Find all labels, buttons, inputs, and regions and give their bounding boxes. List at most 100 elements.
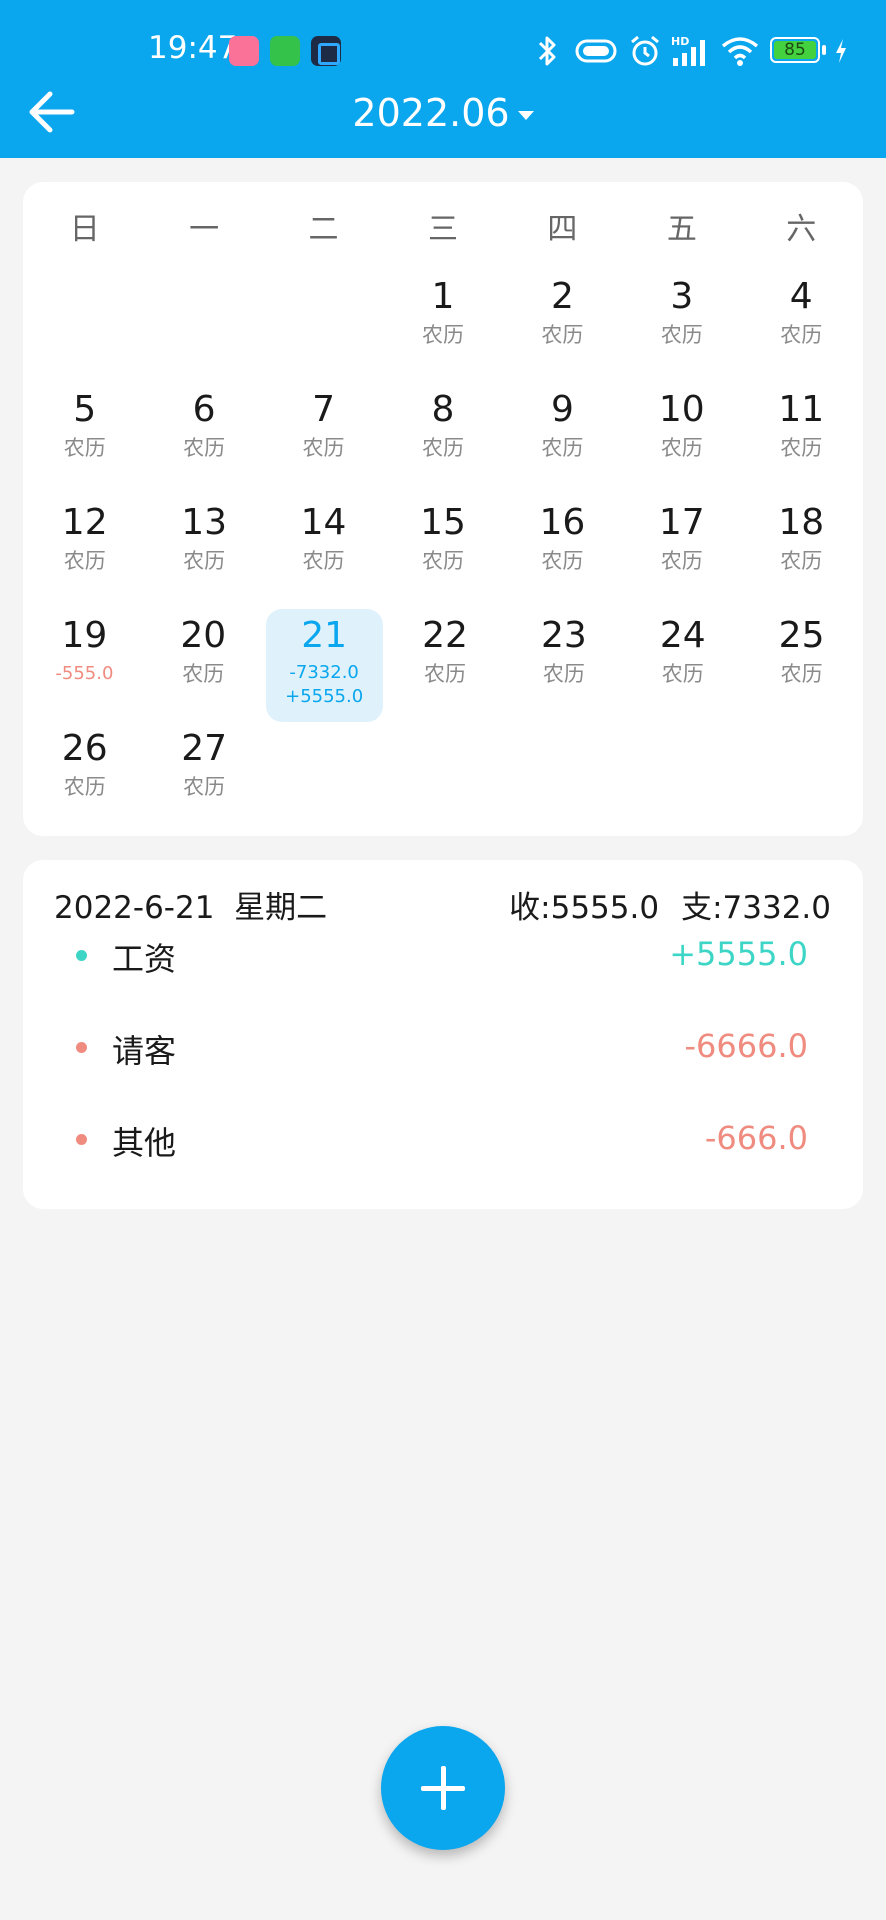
- dark-app-icon: [311, 36, 341, 66]
- calendar-day[interactable]: 8 农历: [384, 383, 501, 496]
- hd-signal-icon: HD: [671, 35, 705, 66]
- day-number: 13: [181, 502, 228, 543]
- calendar-day[interactable]: 27 农历: [145, 722, 262, 835]
- month-selector[interactable]: 2022.06: [0, 88, 886, 138]
- lunar-label: 农历: [183, 436, 226, 460]
- record-category: 请客: [112, 1032, 177, 1070]
- lunar-label: 农历: [63, 549, 106, 573]
- calendar-week-row: 1 农历 2 农历 3 农历 4 农历: [25, 270, 861, 383]
- battery-icon: 85: [770, 37, 820, 63]
- calendar-day-empty: [145, 270, 262, 383]
- calendar-day[interactable]: 15 农历: [384, 496, 501, 609]
- calendar-day[interactable]: 22 农历: [387, 609, 504, 722]
- day-number: 24: [659, 615, 706, 656]
- calendar-day[interactable]: 9 农历: [504, 383, 621, 496]
- record-category: 工资: [112, 940, 177, 978]
- calendar-day[interactable]: 16 农历: [504, 496, 621, 609]
- weekday-label: 二: [308, 212, 339, 247]
- record-item[interactable]: 其他 -666.0: [23, 1104, 863, 1174]
- calendar-week-row: 26 农历 27 农历: [25, 722, 861, 835]
- add-record-button[interactable]: [381, 1726, 505, 1850]
- record-item[interactable]: 请客 -6666.0: [23, 1012, 863, 1082]
- weekday-label: 三: [427, 212, 458, 247]
- category-dot-icon: [76, 950, 87, 961]
- lunar-label: 农历: [780, 436, 823, 460]
- calendar-day[interactable]: 14 农历: [265, 496, 382, 609]
- nfc-icon: [575, 39, 617, 63]
- calendar-day[interactable]: 12 农历: [26, 496, 143, 609]
- day-number: 11: [778, 389, 825, 430]
- day-expense: -555.0: [55, 663, 114, 684]
- app-header: 19:47 HD 85 2022.06: [0, 0, 886, 158]
- day-number: 9: [550, 389, 574, 430]
- calendar-day[interactable]: 1 农历: [384, 270, 501, 383]
- weekday-label: 五: [666, 212, 697, 247]
- lunar-label: 农历: [780, 662, 823, 686]
- weekday-label: 四: [547, 212, 578, 247]
- lunar-label: 农历: [302, 549, 345, 573]
- green-app-icon: [270, 36, 300, 66]
- record-category: 其他: [112, 1124, 177, 1162]
- calendar-day[interactable]: 17 农历: [623, 496, 740, 609]
- calendar-day-empty: [504, 722, 621, 835]
- calendar-day[interactable]: 7 农历: [265, 383, 382, 496]
- day-number: 19: [61, 615, 108, 656]
- lunar-label: 农历: [541, 549, 584, 573]
- calendar-day[interactable]: 5 农历: [26, 383, 143, 496]
- calendar-day-empty: [384, 722, 501, 835]
- record-amount: -6666.0: [684, 1027, 808, 1065]
- lunar-label: 农历: [182, 662, 225, 686]
- day-number: 15: [420, 502, 466, 543]
- lunar-label: 农历: [541, 436, 584, 460]
- calendar-day[interactable]: 24 农历: [624, 609, 741, 722]
- calendar-week-row: 12 农历 13 农历 14 农历 15 农历 16 农历 17 农历 18 农历: [25, 496, 861, 609]
- day-number: 22: [422, 615, 468, 656]
- calendar-day[interactable]: 3 农历: [623, 270, 740, 383]
- calendar-day[interactable]: 26 农历: [26, 722, 143, 835]
- calendar-day[interactable]: 4 农历: [743, 270, 860, 383]
- day-number: 20: [180, 615, 227, 656]
- day-detail-card: 2022-6-21 星期二 收:5555.0 支:7332.0 工资 +5555.0…: [23, 860, 863, 1209]
- calendar-day[interactable]: 21 -7332.0 +5555.0: [265, 609, 383, 722]
- lunar-label: 农历: [660, 323, 703, 347]
- lunar-label: 农历: [302, 436, 345, 460]
- calendar-day-empty: [623, 722, 740, 835]
- calendar-day[interactable]: 2 农历: [504, 270, 621, 383]
- calendar-card: 日一二三四五六 1 农历 2 农历 3 农历 4 农历 5 农历 6 农历 7 农历 8 农历 9 农历 10 农历 1…: [23, 182, 863, 836]
- calendar-day[interactable]: 23 农历: [505, 609, 622, 722]
- record-amount: +5555.0: [669, 935, 808, 973]
- lunar-label: 农历: [63, 775, 106, 799]
- calendar-day[interactable]: 18 农历: [743, 496, 860, 609]
- lunar-label: 农历: [183, 549, 226, 573]
- bluetooth-icon: [538, 36, 556, 66]
- calendar-day-empty: [265, 722, 382, 835]
- lunar-label: 农历: [542, 662, 585, 686]
- calendar-day[interactable]: 10 农历: [623, 383, 740, 496]
- calendar-day[interactable]: 13 农历: [145, 496, 262, 609]
- calendar-day[interactable]: 25 农历: [743, 609, 860, 722]
- calendar-week-row: 19 -555.0 20 农历 21 -7332.0 +5555.0 22 农历 23 农历 24 农历…: [25, 609, 861, 722]
- calendar-day[interactable]: 11 农历: [743, 383, 860, 496]
- calendar-day[interactable]: 6 农历: [145, 383, 262, 496]
- day-expense: -7332.0: [289, 662, 359, 683]
- battery-tip: [822, 45, 826, 55]
- day-number: 5: [73, 389, 97, 430]
- weekday-label: 一: [189, 212, 220, 247]
- svg-text:HD: HD: [671, 35, 689, 48]
- month-title: 2022.06: [352, 91, 510, 135]
- day-number: 14: [300, 502, 347, 543]
- weekday-label: 日: [69, 212, 100, 247]
- calendar-day[interactable]: 19 -555.0: [26, 609, 143, 722]
- weekday-header: 日一二三四五六: [23, 204, 863, 252]
- lunar-label: 农历: [421, 436, 464, 460]
- status-time: 19:47: [148, 30, 238, 66]
- day-number: 25: [778, 615, 825, 656]
- record-item[interactable]: 工资 +5555.0: [23, 920, 863, 990]
- lunar-label: 农历: [541, 323, 584, 347]
- day-number: 10: [658, 389, 705, 430]
- calendar-day-empty: [743, 722, 860, 835]
- lunar-label: 农历: [63, 436, 106, 460]
- lunar-label: 农历: [780, 549, 823, 573]
- day-number: 21: [301, 615, 348, 656]
- calendar-day[interactable]: 20 农历: [145, 609, 262, 722]
